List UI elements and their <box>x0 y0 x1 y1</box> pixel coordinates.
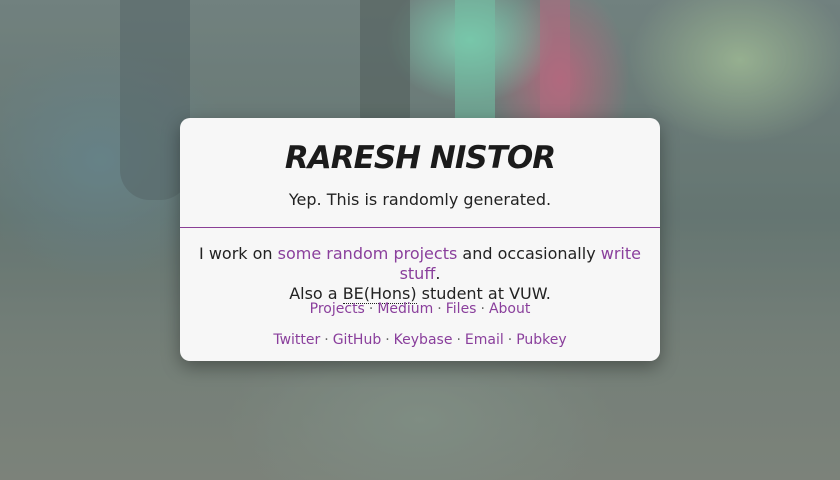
nav-projects-link[interactable]: Projects <box>310 301 365 317</box>
nav-files-link[interactable]: Files <box>446 301 477 317</box>
tagline: Yep. This is randomly generated. <box>288 190 552 209</box>
bio-text: I work on some random projects and occas… <box>180 244 660 304</box>
page-title: RARESH NISTOR <box>284 140 556 176</box>
social-nav: Twitter · GitHub · Keybase · Email · Pubkey <box>180 331 660 349</box>
bio-middle: and occasionally <box>462 244 596 263</box>
github-link[interactable]: GitHub <box>333 332 382 348</box>
bio-prefix: I work on <box>199 244 273 263</box>
pubkey-link[interactable]: Pubkey <box>516 332 566 348</box>
divider <box>180 227 660 228</box>
nav-medium-link[interactable]: Medium <box>377 301 433 317</box>
nav-about-link[interactable]: About <box>489 301 530 317</box>
separator: · <box>437 301 442 317</box>
bio-period: . <box>435 264 441 283</box>
separator: · <box>324 332 329 348</box>
email-link[interactable]: Email <box>465 332 504 348</box>
projects-link[interactable]: some random projects <box>278 244 458 263</box>
separator: · <box>385 332 390 348</box>
twitter-link[interactable]: Twitter <box>273 332 320 348</box>
primary-nav: Projects · Medium · Files · About <box>180 300 660 318</box>
separator: · <box>456 332 461 348</box>
separator: · <box>480 301 485 317</box>
profile-card: RARESH NISTOR Yep. This is randomly gene… <box>180 118 660 361</box>
keybase-link[interactable]: Keybase <box>394 332 453 348</box>
separator: · <box>368 301 374 317</box>
separator: · <box>507 332 513 348</box>
